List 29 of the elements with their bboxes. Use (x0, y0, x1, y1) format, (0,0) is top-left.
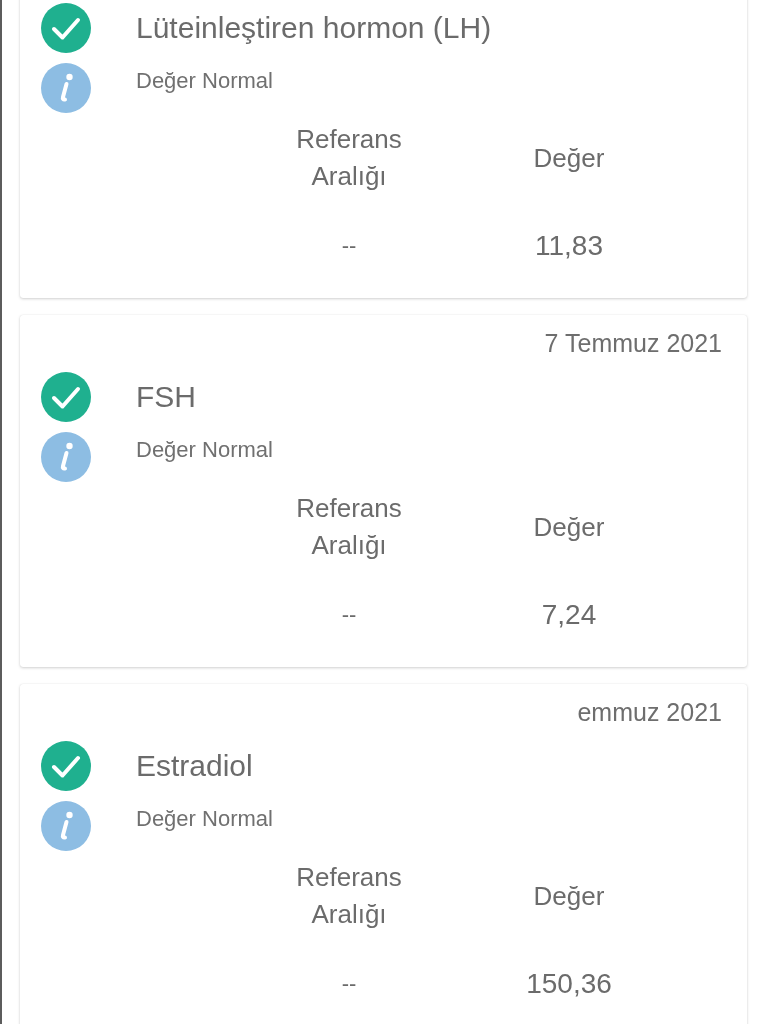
status-text: Değer Normal (136, 436, 273, 464)
column-header: Referans Aralığı (295, 861, 403, 931)
column-header: Değer (533, 510, 606, 544)
test-name: Estradiol (136, 748, 253, 784)
reference-range-value: -- (341, 970, 357, 998)
date-label: emmuz 2021 (577, 697, 722, 727)
info-icon (41, 63, 91, 113)
info-icon (41, 432, 91, 482)
column-header: Referans Aralığı (295, 492, 403, 562)
check-icon (41, 3, 91, 53)
reference-range-value: -- (341, 601, 357, 629)
test-name: Lüteinleştiren hormon (LH) (136, 10, 492, 46)
column-header: Referans Aralığı (295, 123, 403, 193)
check-icon (41, 372, 91, 422)
reference-range-value: -- (341, 232, 357, 260)
result-card[interactable]: Lüteinleştiren hormon (LH) Değer Normal Referans Aralığı Değer -- 11,83 (20, 0, 747, 298)
status-text: Değer Normal (136, 805, 273, 833)
result-card[interactable]: emmuz 2021 Estradiol Değer Normal Referans Aralığı Değer -- 150,36 (20, 684, 747, 1024)
test-name: FSH (136, 379, 196, 415)
result-value: 150,36 (526, 967, 612, 1001)
status-text: Değer Normal (136, 67, 273, 95)
result-value: 11,83 (535, 229, 603, 263)
info-icon (41, 801, 91, 851)
result-card[interactable]: 7 Temmuz 2021 FSH Değer Normal Referans Aralığı Değer -- 7,24 (20, 315, 747, 667)
check-icon (41, 741, 91, 791)
column-header: Değer (533, 879, 606, 913)
column-header: Değer (533, 141, 606, 175)
result-value: 7,24 (541, 598, 597, 632)
date-label: 7 Temmuz 2021 (544, 328, 722, 358)
